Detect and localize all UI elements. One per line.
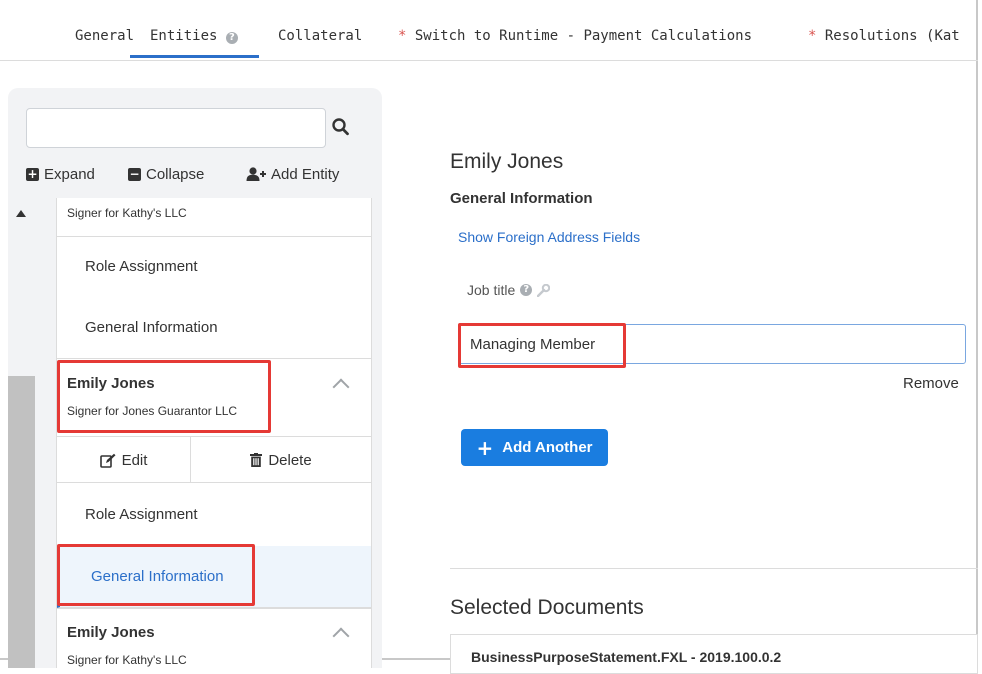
entity-subtitle: Signer for Kathy's LLC (67, 653, 187, 667)
selected-documents-heading: Selected Documents (450, 596, 644, 619)
entity-name: Emily Jones (67, 375, 155, 392)
entity-subtitle: Signer for Kathy's LLC (67, 206, 187, 220)
entity-header-emily-jones[interactable]: Emily Jones Signer for Jones Guarantor L… (57, 359, 371, 437)
plus-icon: + (476, 435, 494, 460)
tree-item-general-information-selected[interactable]: General Information (57, 546, 371, 608)
tab-general[interactable]: General (75, 28, 134, 44)
search-icon[interactable] (331, 116, 351, 138)
entity-header[interactable]: Signer for Kathy's LLC (57, 198, 371, 237)
scrollbar-thumb[interactable] (8, 376, 35, 668)
show-foreign-address-link[interactable]: Show Foreign Address Fields (458, 229, 640, 245)
tree-item-label: Role Assignment (85, 506, 198, 523)
page-title: Emily Jones (450, 150, 564, 173)
document-name: BusinessPurposeStatement.FXL - 2019.100.… (471, 649, 782, 665)
tab-switch-to-runtime[interactable]: * Switch to Runtime - Payment Calculatio… (398, 28, 752, 44)
entity-actions: Edit Delete (57, 437, 371, 483)
add-another-label: Add Another (502, 439, 593, 456)
tab-collateral[interactable]: Collateral (278, 28, 362, 44)
required-marker: * (398, 28, 407, 44)
tree-item-label: Role Assignment (85, 258, 198, 275)
tab-bar: General Entities ? Collateral * Switch t… (0, 0, 978, 61)
entity-header-emily-jones[interactable]: Emily Jones Signer for Kathy's LLC (57, 608, 371, 668)
document-list-item[interactable]: BusinessPurposeStatement.FXL - 2019.100.… (450, 634, 978, 674)
add-entity-label: Add Entity (271, 166, 340, 183)
chevron-up-icon[interactable] (332, 378, 350, 396)
tree-item-label: General Information (85, 319, 218, 336)
tree-item-general-information[interactable]: General Information (57, 298, 371, 359)
tab-label: General (75, 28, 135, 44)
tree-item-role-assignment[interactable]: Role Assignment (57, 237, 371, 298)
tab-label: Switch to Runtime - Payment Calculations (414, 28, 753, 44)
edit-label: Edit (121, 451, 148, 469)
job-title-label-row: Job title ? (467, 282, 551, 298)
entity-search-input[interactable] (26, 108, 326, 148)
expand-button[interactable]: + Expand (26, 166, 95, 183)
job-title-label: Job title (467, 282, 516, 298)
help-icon: ? (225, 32, 238, 44)
help-icon[interactable]: ? (520, 284, 533, 296)
expand-label: Expand (44, 166, 95, 183)
section-divider (450, 568, 978, 569)
tree-item-role-assignment[interactable]: Role Assignment (57, 483, 371, 546)
chevron-up-icon[interactable] (332, 627, 350, 645)
tab-label: Entities (150, 28, 218, 44)
section-heading: General Information (450, 190, 593, 207)
edit-button[interactable]: Edit (57, 437, 191, 483)
wrench-icon[interactable] (537, 283, 551, 297)
collapse-button[interactable]: − Collapse (128, 166, 204, 183)
trash-icon (250, 453, 263, 467)
required-marker: * (808, 28, 817, 44)
add-user-icon (246, 167, 266, 181)
delete-button[interactable]: Delete (191, 437, 371, 483)
active-tab-indicator (130, 55, 259, 58)
add-another-button[interactable]: + Add Another (461, 429, 608, 466)
entity-subtitle: Signer for Jones Guarantor LLC (67, 404, 238, 418)
scroll-up-arrow-icon[interactable] (16, 210, 26, 217)
tab-entities[interactable]: Entities ? (150, 28, 238, 44)
entity-tree: Signer for Kathy's LLC Role Assignment G… (56, 198, 372, 668)
edit-icon (99, 453, 116, 468)
collapse-label: Collapse (146, 166, 205, 183)
tab-label: Resolutions (Kat (824, 28, 960, 44)
add-entity-button[interactable]: Add Entity (246, 166, 339, 183)
plus-square-icon: + (26, 167, 39, 181)
remove-link[interactable]: Remove (903, 375, 959, 392)
job-title-input[interactable] (458, 324, 966, 364)
tab-label: Collateral (278, 28, 363, 44)
delete-label: Delete (268, 451, 312, 469)
tab-resolutions[interactable]: * Resolutions (Kat (808, 28, 960, 44)
minus-square-icon: − (128, 167, 141, 181)
tree-item-label: General Information (91, 568, 224, 585)
entity-name: Emily Jones (67, 624, 155, 641)
